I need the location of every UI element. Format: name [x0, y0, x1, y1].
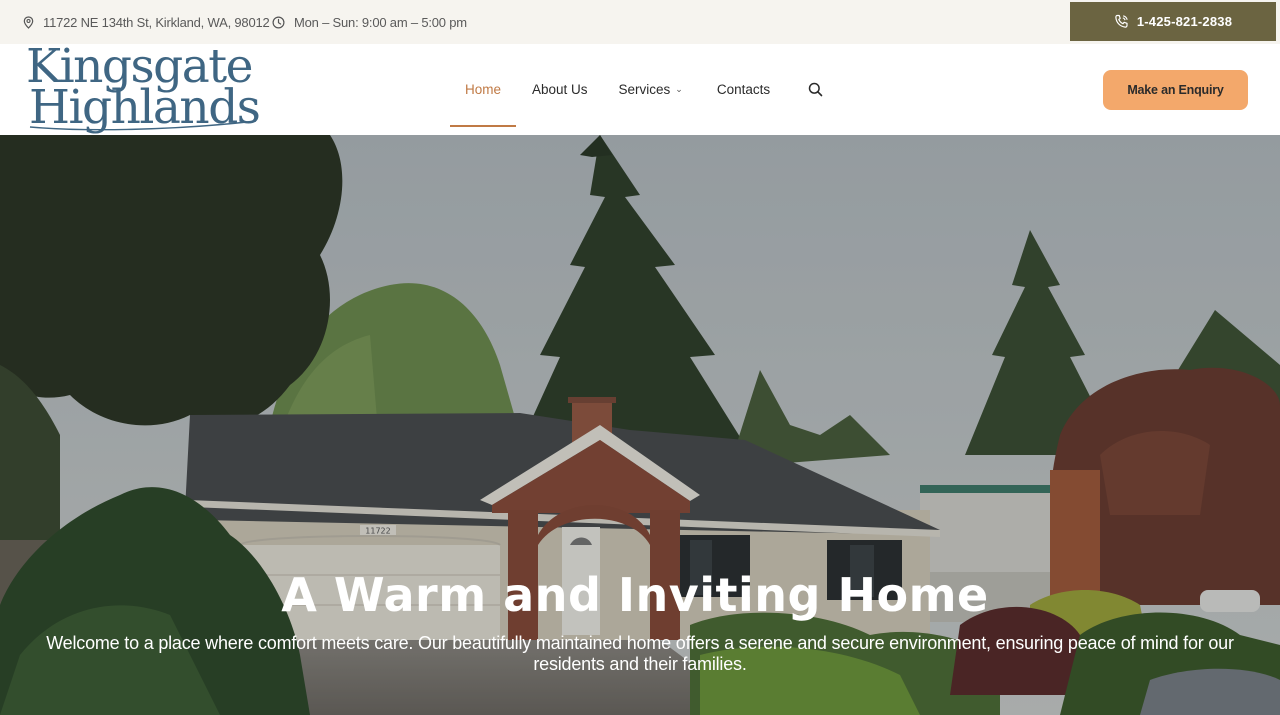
phone-icon [1115, 14, 1128, 28]
nav-contacts[interactable]: Contacts [717, 44, 770, 135]
hero-title: A Warm and Inviting Home [281, 568, 989, 622]
hero-subtitle: Welcome to a place where comfort meets c… [46, 633, 1234, 674]
site-header: Kingsgate Highlands Home About Us Servic… [0, 43, 1280, 135]
nav-contacts-label: Contacts [716, 82, 771, 97]
logo-swoosh-icon [29, 120, 257, 131]
clock-icon [272, 15, 285, 29]
site-logo[interactable]: Kingsgate Highlands [26, 43, 261, 132]
hours-info: Mon – Sun: 9:00 am – 5:00 pm [272, 0, 467, 44]
phone-number: 1-425-821-2838 [1136, 14, 1233, 29]
nav-services[interactable]: Services ⌄ [619, 44, 683, 135]
nav-about-label: About Us [532, 82, 588, 97]
chevron-down-icon: ⌄ [675, 84, 683, 94]
hero-overlay [0, 135, 1280, 715]
make-enquiry-button[interactable]: Make an Enquiry [1103, 70, 1248, 110]
phone-link[interactable]: 1-425-821-2838 [1070, 2, 1276, 41]
nav-home[interactable]: Home [450, 44, 516, 135]
address-text: 11722 NE 134th St, Kirkland, WA, 98012 [43, 14, 270, 30]
top-info-bar: 11722 NE 134th St, Kirkland, WA, 98012 M… [0, 0, 1280, 44]
main-nav: Home About Us Services ⌄ Contacts [450, 44, 823, 135]
map-pin-icon [23, 15, 34, 29]
nav-active-underline [450, 125, 516, 127]
hours-text: Mon – Sun: 9:00 am – 5:00 pm [294, 14, 467, 30]
search-icon [808, 82, 823, 97]
address-info: 11722 NE 134th St, Kirkland, WA, 98012 [23, 0, 270, 44]
hero-section: 11722 A Warm and Inviting Home Welcome t… [0, 135, 1280, 715]
nav-about-us[interactable]: About Us [532, 44, 588, 135]
nav-services-label: Services [618, 82, 671, 97]
search-button[interactable] [808, 44, 823, 135]
nav-home-label: Home [464, 82, 501, 97]
